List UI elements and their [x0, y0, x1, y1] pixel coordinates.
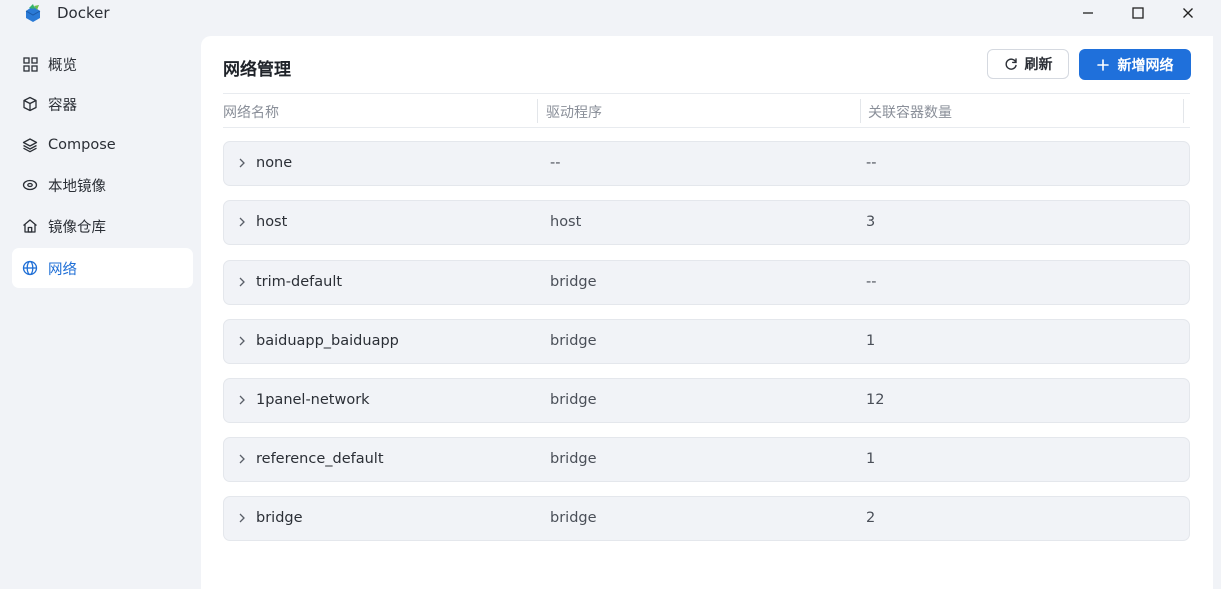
title-bar: Docker	[0, 0, 1221, 36]
network-driver: bridge	[550, 333, 597, 349]
sidebar-item-label: 容器	[48, 97, 77, 114]
sidebar: 概览 容器 Compose 本地镜像 镜像仓库 网络	[0, 36, 201, 589]
network-driver: --	[550, 155, 561, 171]
column-divider[interactable]	[1183, 99, 1184, 123]
network-container-count: --	[866, 274, 877, 290]
network-name: 1panel-network	[256, 392, 370, 408]
network-driver: bridge	[550, 510, 597, 526]
column-header-name[interactable]: 网络名称	[223, 102, 279, 122]
network-name: reference_default	[256, 451, 384, 467]
table-row[interactable]: baiduapp_baiduapp bridge 1	[223, 319, 1190, 364]
network-container-count: 2	[866, 510, 876, 526]
add-network-label: 新增网络	[1117, 57, 1174, 74]
column-header-container-count[interactable]: 关联容器数量	[868, 102, 952, 122]
refresh-label: 刷新	[1024, 57, 1053, 73]
network-container-count: --	[866, 155, 877, 171]
maximize-icon	[1132, 7, 1144, 19]
disk-icon	[21, 176, 39, 194]
sidebar-item-label: 概览	[48, 57, 77, 74]
network-driver: bridge	[550, 274, 597, 290]
network-driver: host	[550, 214, 582, 230]
network-name: host	[256, 214, 288, 230]
sidebar-item-overview[interactable]: 概览	[12, 44, 193, 84]
network-name: none	[256, 155, 293, 171]
house-icon	[21, 217, 39, 235]
sidebar-item-label: 网络	[48, 261, 77, 278]
sidebar-item-containers[interactable]: 容器	[12, 84, 193, 124]
docker-app-icon	[25, 4, 41, 22]
network-name: baiduapp_baiduapp	[256, 333, 399, 349]
chevron-right-icon[interactable]	[236, 393, 248, 407]
table-row[interactable]: host host 3	[223, 200, 1190, 245]
sidebar-item-compose[interactable]: Compose	[12, 125, 193, 165]
network-name: bridge	[256, 510, 303, 526]
table-header: 网络名称 驱动程序 关联容器数量	[223, 93, 1190, 128]
main-panel: 网络管理 刷新 新增网络 网络名称 驱动程序 关联容器数量 none -- --…	[201, 36, 1213, 589]
sidebar-item-registry[interactable]: 镜像仓库	[12, 206, 193, 246]
maximize-button[interactable]	[1126, 2, 1150, 24]
globe-icon	[21, 259, 39, 277]
add-network-button[interactable]: 新增网络	[1079, 49, 1191, 80]
sidebar-item-label: 镜像仓库	[48, 219, 106, 236]
chevron-right-icon[interactable]	[236, 334, 248, 348]
network-container-count: 3	[866, 214, 876, 230]
chevron-right-icon[interactable]	[236, 156, 248, 170]
table-row[interactable]: 1panel-network bridge 12	[223, 378, 1190, 423]
network-driver: bridge	[550, 392, 597, 408]
column-divider[interactable]	[860, 99, 861, 123]
column-divider[interactable]	[537, 99, 538, 123]
table-row[interactable]: reference_default bridge 1	[223, 437, 1190, 482]
refresh-icon	[1005, 58, 1017, 70]
minimize-button[interactable]	[1076, 2, 1100, 24]
table-row[interactable]: trim-default bridge --	[223, 260, 1190, 305]
refresh-button[interactable]: 刷新	[987, 49, 1069, 79]
network-driver: bridge	[550, 451, 597, 467]
network-container-count: 1	[866, 451, 876, 467]
cube-icon	[21, 95, 39, 113]
sidebar-item-network[interactable]: 网络	[12, 248, 193, 288]
chevron-right-icon[interactable]	[236, 275, 248, 289]
chevron-right-icon[interactable]	[236, 452, 248, 466]
network-container-count: 1	[866, 333, 876, 349]
plus-icon	[1096, 58, 1109, 71]
table-row[interactable]: bridge bridge 2	[223, 496, 1190, 541]
column-header-driver[interactable]: 驱动程序	[546, 102, 602, 122]
chevron-right-icon[interactable]	[236, 511, 248, 525]
minimize-icon	[1083, 12, 1093, 14]
layers-icon	[21, 136, 39, 154]
app-title: Docker	[57, 4, 110, 22]
close-button[interactable]	[1176, 2, 1200, 24]
sidebar-item-label: Compose	[48, 137, 116, 153]
network-name: trim-default	[256, 274, 343, 290]
network-container-count: 12	[866, 392, 885, 408]
page-title: 网络管理	[223, 60, 291, 80]
grid-icon	[21, 55, 39, 73]
sidebar-item-label: 本地镜像	[48, 178, 106, 195]
close-icon	[1183, 8, 1193, 18]
chevron-right-icon[interactable]	[236, 215, 248, 229]
sidebar-item-local-images[interactable]: 本地镜像	[12, 165, 193, 205]
table-row[interactable]: none -- --	[223, 141, 1190, 186]
